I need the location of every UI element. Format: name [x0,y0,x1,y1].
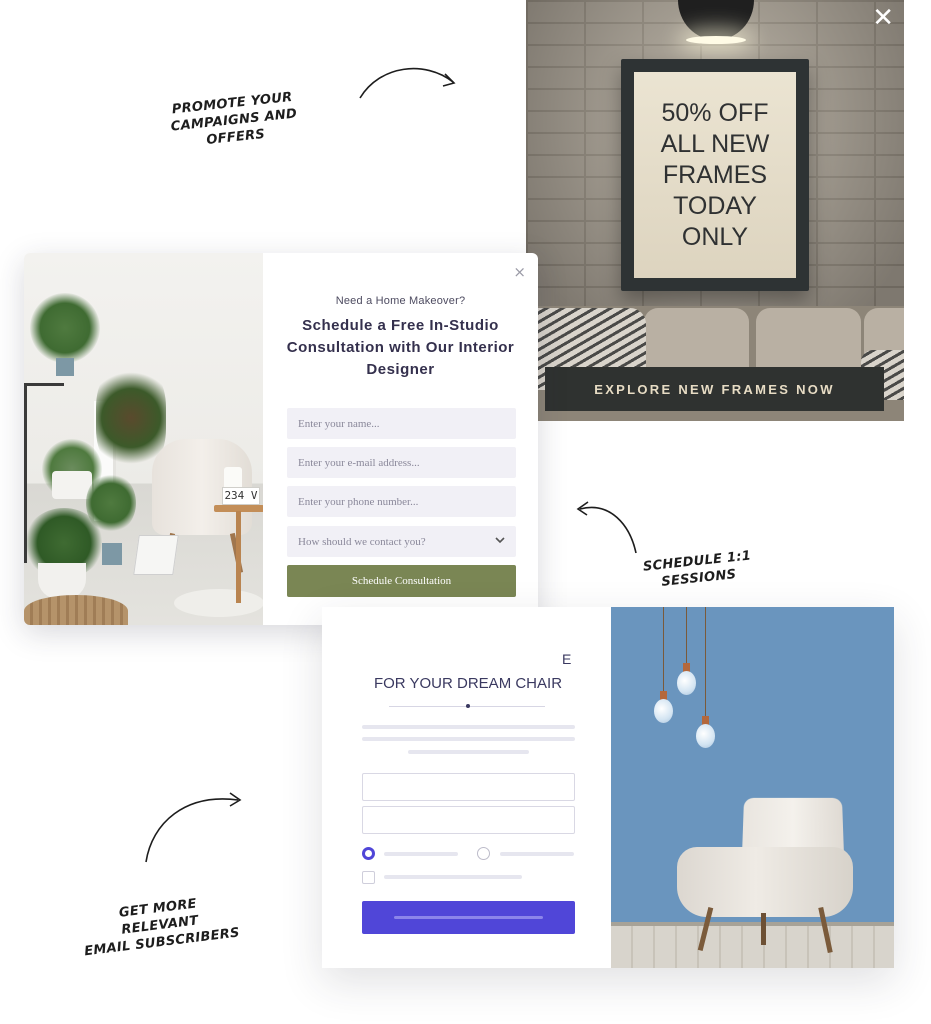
annotation-promote: PROMOTE YOUR CAMPAIGNS AND OFFERS [170,89,298,148]
light-bulb [654,699,673,723]
radio-label-line [500,852,574,856]
light-bulb [677,671,696,695]
lightbox-sign: 234 V [222,487,260,505]
bulb-cord [705,607,706,717]
close-icon[interactable]: × [513,263,526,281]
explore-frames-button[interactable]: EXPLORE NEW FRAMES NOW [545,367,884,411]
floor-rug [174,589,263,617]
text-placeholder-line [362,725,575,729]
phone-input[interactable] [298,495,516,508]
bulb-cord [663,607,664,692]
phone-field-wrap [287,486,516,517]
placeholder-input[interactable] [362,773,575,801]
text-placeholder-line [408,750,529,754]
title-fragment: E [562,651,572,667]
arrow-to-consult [576,501,637,554]
divider-dot [466,704,470,708]
button-label-line [394,916,543,919]
radio-label-line [384,852,458,856]
chevron-down-icon [495,535,505,547]
living-room-image: 234 V [24,253,263,625]
chair-popup-title: FOR YOUR DREAM CHAIR [373,675,563,692]
plant-pot [102,543,122,565]
armchair-seat [677,847,853,917]
side-table-leg [236,511,241,603]
subscribe-button[interactable] [362,901,575,934]
email-field-wrap [287,447,516,478]
promo-popup: 50% OFF ALL NEW FRAMES TODAY ONLY EXPLOR… [526,0,904,421]
chair-form: E FOR YOUR DREAM CHAIR [322,607,611,968]
checkbox-label-line [384,875,522,879]
pouf [24,595,128,625]
dream-chair-popup: E FOR YOUR DREAM CHAIR [322,607,894,968]
arrow-to-promo [359,67,456,99]
radio-selected[interactable] [362,847,375,860]
contact-method-value: How should we contact you? [298,535,426,548]
promo-headline: 50% OFF ALL NEW FRAMES TODAY ONLY [660,98,770,251]
name-field-wrap [287,408,516,439]
armchair-leg [761,913,766,945]
consultation-popup: 234 V × Need a Home Makeover? Schedule a… [24,253,538,625]
schedule-consultation-button[interactable]: Schedule Consultation [287,565,516,597]
poster-frame: 50% OFF ALL NEW FRAMES TODAY ONLY [621,59,809,291]
plant-pot [38,563,86,599]
text-placeholder-line [362,737,575,741]
checkbox[interactable] [362,871,375,884]
poster-canvas: 50% OFF ALL NEW FRAMES TODAY ONLY [634,72,796,278]
plant-leaves [30,293,100,363]
contact-method-select[interactable]: How should we contact you? [287,526,516,557]
light-bulb [696,724,715,748]
form-pretitle: Need a Home Makeover? [335,295,466,307]
plant-pot [56,358,74,376]
close-icon[interactable]: ✕ [872,4,894,32]
radio-unselected[interactable] [477,847,490,860]
annotation-subscribers: GET MORE RELEVANT EMAIL SUBSCRIBERS [83,896,241,960]
form-title: Schedule a Free In-Studio Consultation w… [286,317,515,378]
arrow-to-chair [145,792,242,863]
wood-floor [611,922,894,968]
plant-leaves [86,473,136,533]
bulb-cord [686,607,687,664]
name-input[interactable] [298,417,516,430]
magazine-basket [133,535,179,575]
email-input[interactable] [298,456,516,469]
armchair-blue-wall-image [611,607,894,968]
consultation-form: × Need a Home Makeover? Schedule a Free … [263,253,538,625]
placeholder-input[interactable] [362,806,575,834]
